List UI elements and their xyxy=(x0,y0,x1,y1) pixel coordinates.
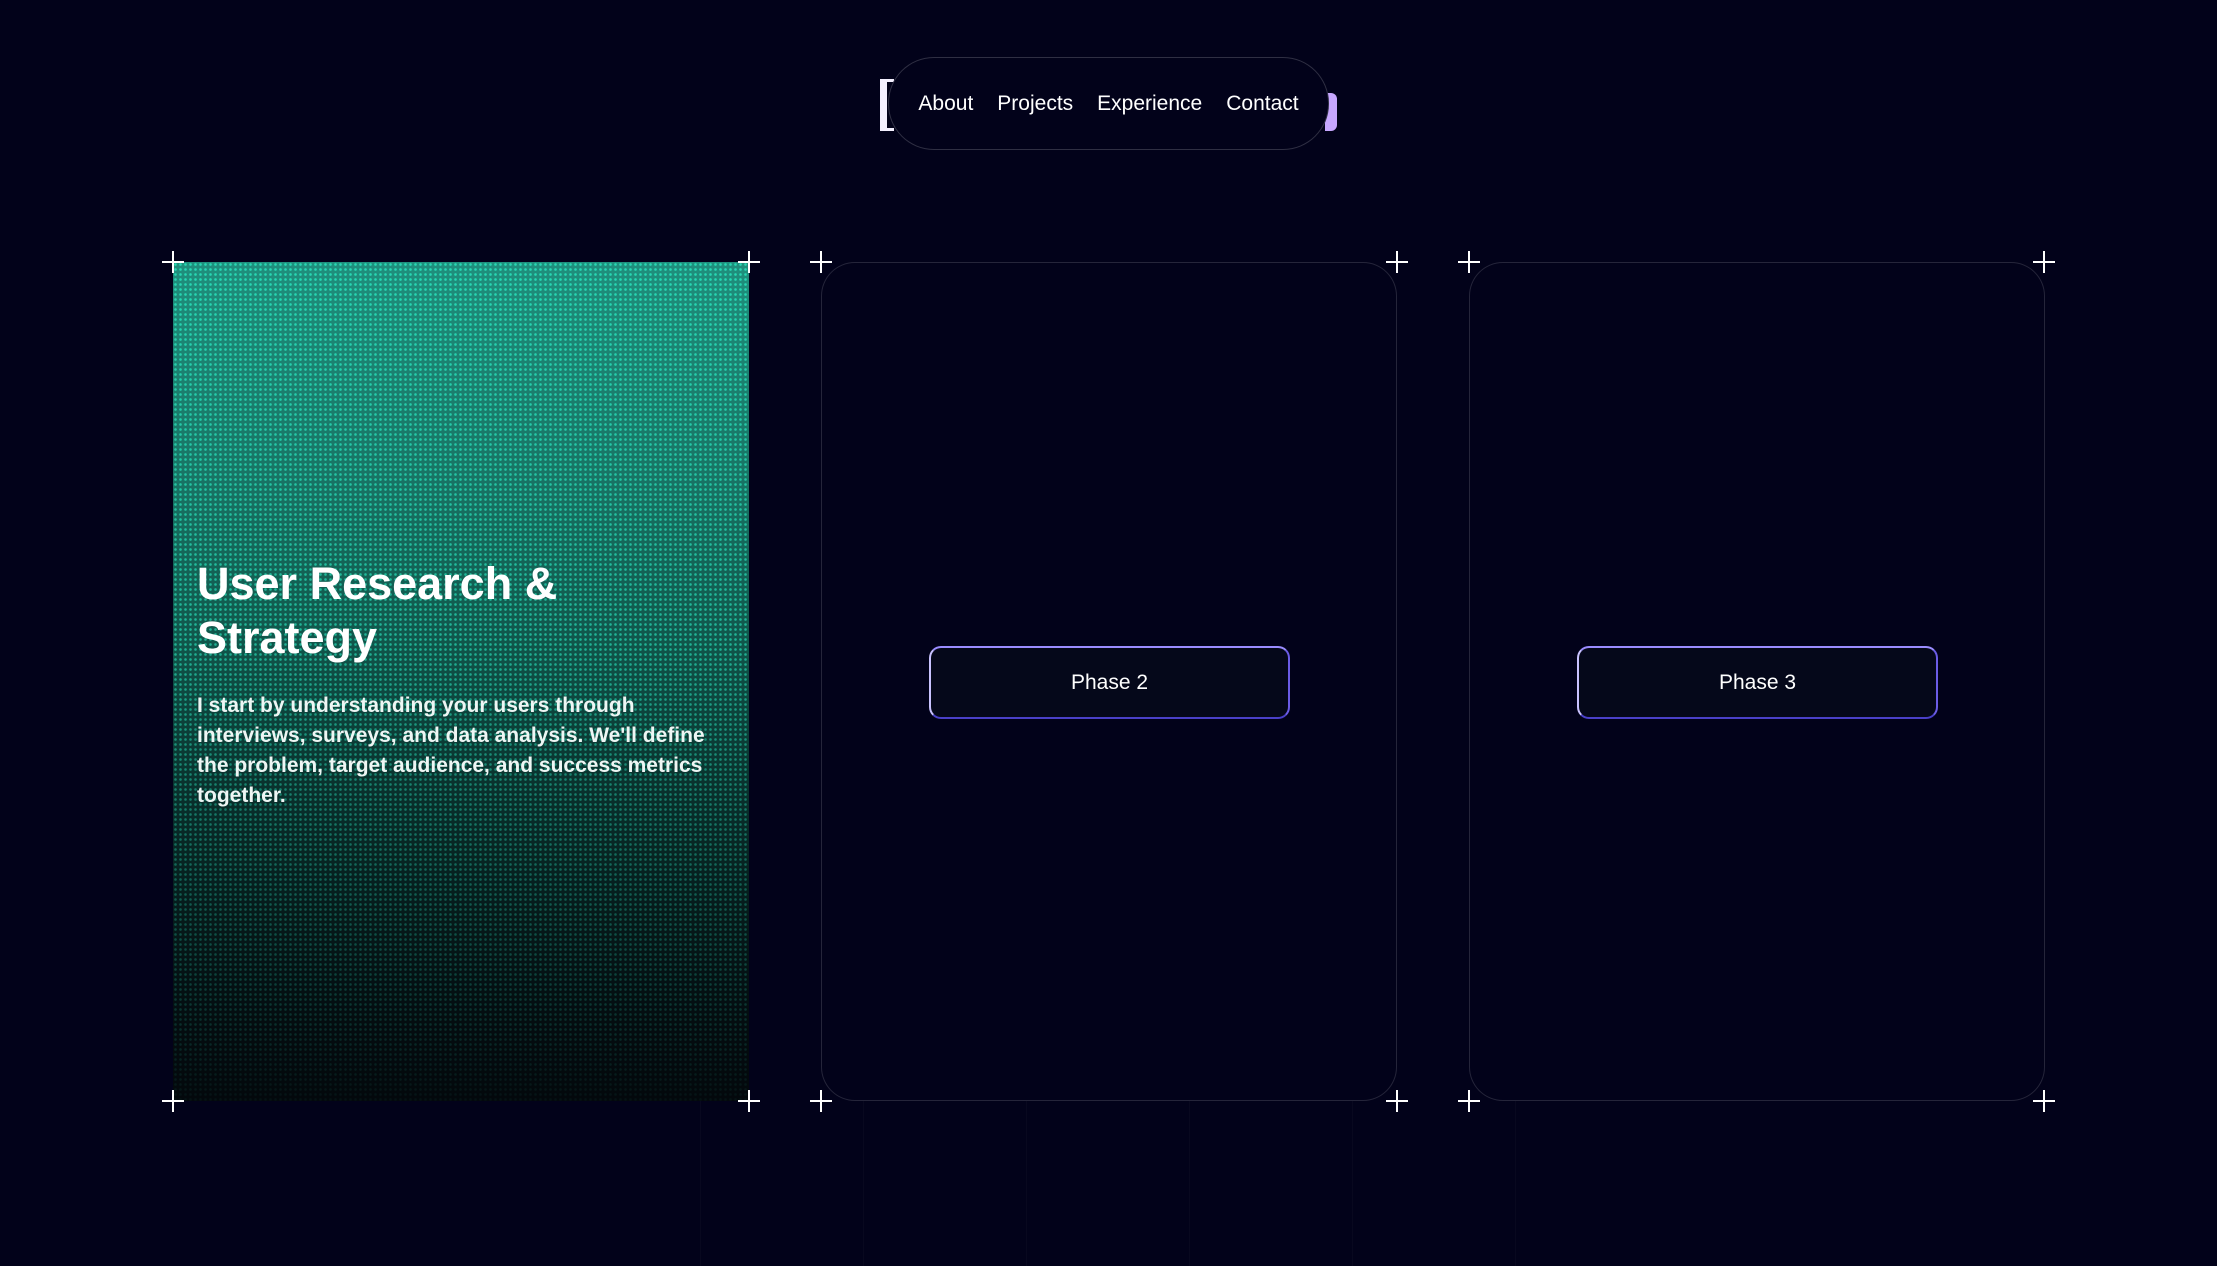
phase-2-button[interactable]: Phase 2 xyxy=(929,646,1290,719)
nav-link-experience[interactable]: Experience xyxy=(1097,92,1202,116)
plus-marker-icon xyxy=(1458,1090,1480,1112)
card-content: User Research & Strategy I start by unde… xyxy=(197,557,727,811)
phase-card-2[interactable]: Phase 2 xyxy=(821,262,1397,1101)
phase-card-3[interactable]: Phase 3 xyxy=(1469,262,2045,1101)
plus-marker-icon xyxy=(162,251,184,273)
plus-marker-icon xyxy=(2033,1090,2055,1112)
main-nav: About Projects Experience Contact xyxy=(888,57,1329,150)
nav-link-contact[interactable]: Contact xyxy=(1226,92,1298,116)
nav-wrapper: About Projects Experience Contact xyxy=(880,57,1337,150)
plus-marker-icon xyxy=(1458,251,1480,273)
plus-marker-icon xyxy=(738,251,760,273)
phase-3-button[interactable]: Phase 3 xyxy=(1577,646,1938,719)
nav-link-projects[interactable]: Projects xyxy=(997,92,1073,116)
card-description: I start by understanding your users thro… xyxy=(197,694,705,807)
plus-marker-icon xyxy=(162,1090,184,1112)
plus-marker-icon xyxy=(738,1090,760,1112)
phase-card-1[interactable]: User Research & Strategy I start by unde… xyxy=(173,262,749,1101)
page: About Projects Experience Contact User R… xyxy=(0,0,2217,1266)
nav-link-about[interactable]: About xyxy=(918,92,973,116)
plus-marker-icon xyxy=(810,1090,832,1112)
plus-marker-icon xyxy=(810,251,832,273)
plus-marker-icon xyxy=(1386,1090,1408,1112)
card-title: User Research & Strategy xyxy=(197,558,558,663)
plus-marker-icon xyxy=(1386,251,1408,273)
plus-marker-icon xyxy=(2033,251,2055,273)
